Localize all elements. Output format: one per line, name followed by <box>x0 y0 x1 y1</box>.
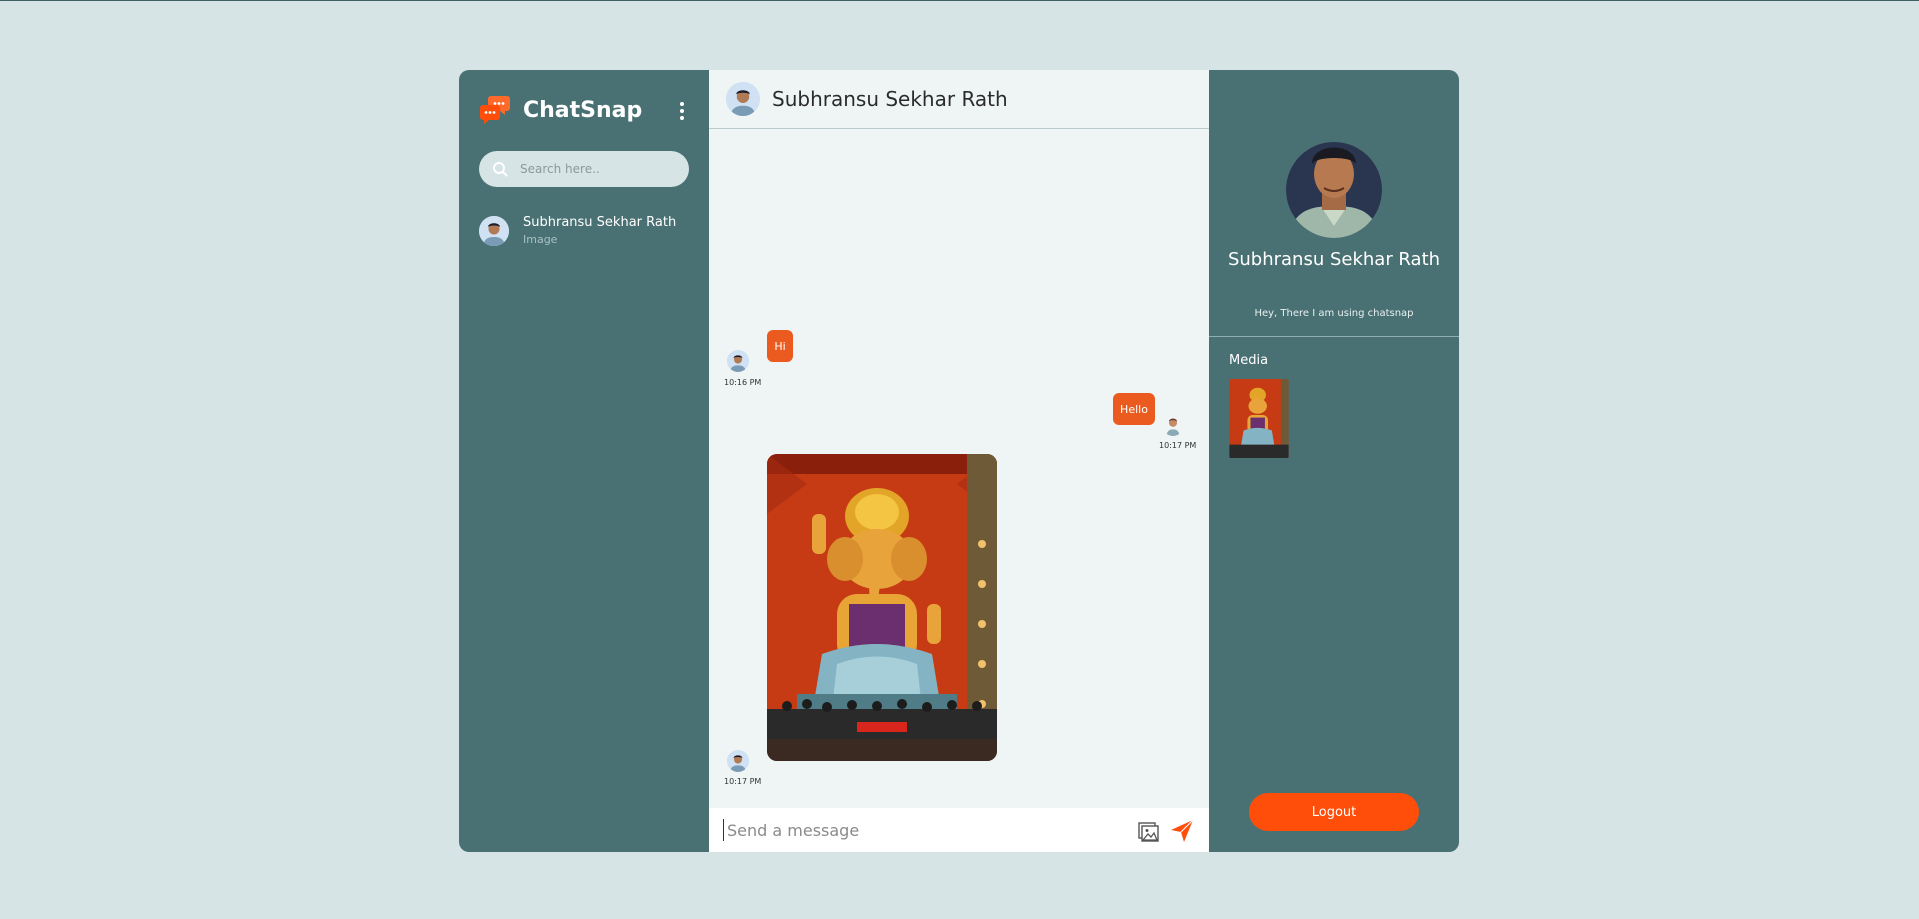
chat-window: Subhransu Sekhar Rath Hi 10:16 PM Hello <box>709 70 1209 852</box>
search-bar <box>479 151 689 187</box>
send-icon[interactable] <box>1169 818 1195 844</box>
chat-header: Subhransu Sekhar Rath <box>709 70 1209 129</box>
message-composer <box>709 808 1209 852</box>
message-bubble: Hi <box>767 330 793 362</box>
chat-app: ChatSnap Subhransu Sekhar Rath Imag <box>459 70 1459 852</box>
sidebar: ChatSnap Subhransu Sekhar Rath Imag <box>459 70 709 852</box>
ganesha-idol-photo <box>767 454 997 761</box>
attach-image-icon[interactable] <box>1137 820 1159 842</box>
profile-status: Hey, There I am using chatsnap <box>1254 308 1414 319</box>
message-time: 10:17 PM <box>724 777 762 786</box>
message-time: 10:17 PM <box>1159 441 1197 450</box>
media-heading: Media <box>1229 353 1269 368</box>
message-bubble: Hello <box>1113 393 1155 425</box>
logout-button[interactable]: Logout <box>1249 793 1419 831</box>
contact-avatar <box>479 215 509 246</box>
message-time: 10:16 PM <box>724 378 762 387</box>
contact-list-item[interactable]: Subhransu Sekhar Rath Image <box>479 215 676 246</box>
profile-panel: Subhransu Sekhar Rath Hey, There I am us… <box>1209 70 1459 852</box>
message-incoming: Hi <box>767 330 793 362</box>
more-options-icon[interactable] <box>679 102 685 120</box>
contact-name: Subhransu Sekhar Rath <box>523 215 677 230</box>
message-input[interactable] <box>723 819 1129 841</box>
message-outgoing: Hello <box>1113 393 1155 425</box>
media-thumbnail[interactable] <box>1229 379 1289 458</box>
search-input[interactable] <box>518 161 682 177</box>
divider <box>1209 336 1459 337</box>
chat-header-avatar[interactable] <box>726 82 760 116</box>
chat-title: Subhransu Sekhar Rath <box>772 87 1008 111</box>
chat-bubbles-logo-icon <box>479 94 511 126</box>
profile-avatar <box>1286 130 1382 238</box>
image-message[interactable] <box>767 454 997 761</box>
message-avatar <box>727 350 749 372</box>
profile-name: Subhransu Sekhar Rath <box>1227 249 1441 270</box>
brand: ChatSnap <box>479 94 642 126</box>
app-name: ChatSnap <box>523 97 643 123</box>
search-icon <box>493 162 508 177</box>
message-avatar <box>1162 414 1184 436</box>
message-avatar <box>727 750 749 772</box>
contact-last-message: Image <box>523 233 558 246</box>
